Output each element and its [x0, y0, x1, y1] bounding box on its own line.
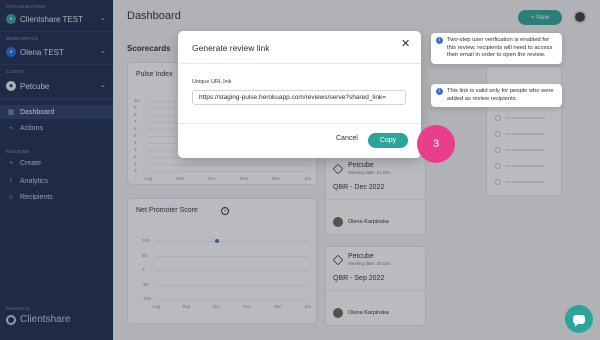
chat-icon: [573, 314, 585, 327]
modal-title: Generate review link: [192, 43, 270, 53]
cancel-button[interactable]: Cancel: [336, 135, 358, 142]
link-validity-tooltip: i This link is valid only for people who…: [431, 84, 562, 107]
info-icon: i: [436, 88, 443, 95]
step-badge: 3: [417, 125, 455, 163]
close-icon[interactable]: ✕: [401, 39, 410, 50]
url-label: Unique URL link: [192, 79, 232, 85]
info-icon: i: [436, 37, 443, 44]
divider: [178, 63, 421, 64]
divider: [178, 123, 421, 124]
tooltip-text: Two-step user verification is enabled fo…: [447, 37, 553, 58]
tooltip-text: This link is valid only for people who w…: [447, 88, 554, 102]
chat-button[interactable]: [565, 305, 593, 333]
copy-button[interactable]: Copy: [368, 133, 408, 148]
verification-tooltip: i Two-step user verification is enabled …: [431, 33, 562, 64]
url-field[interactable]: [192, 90, 406, 105]
generate-link-modal: Generate review link ✕ Unique URL link C…: [178, 31, 421, 158]
